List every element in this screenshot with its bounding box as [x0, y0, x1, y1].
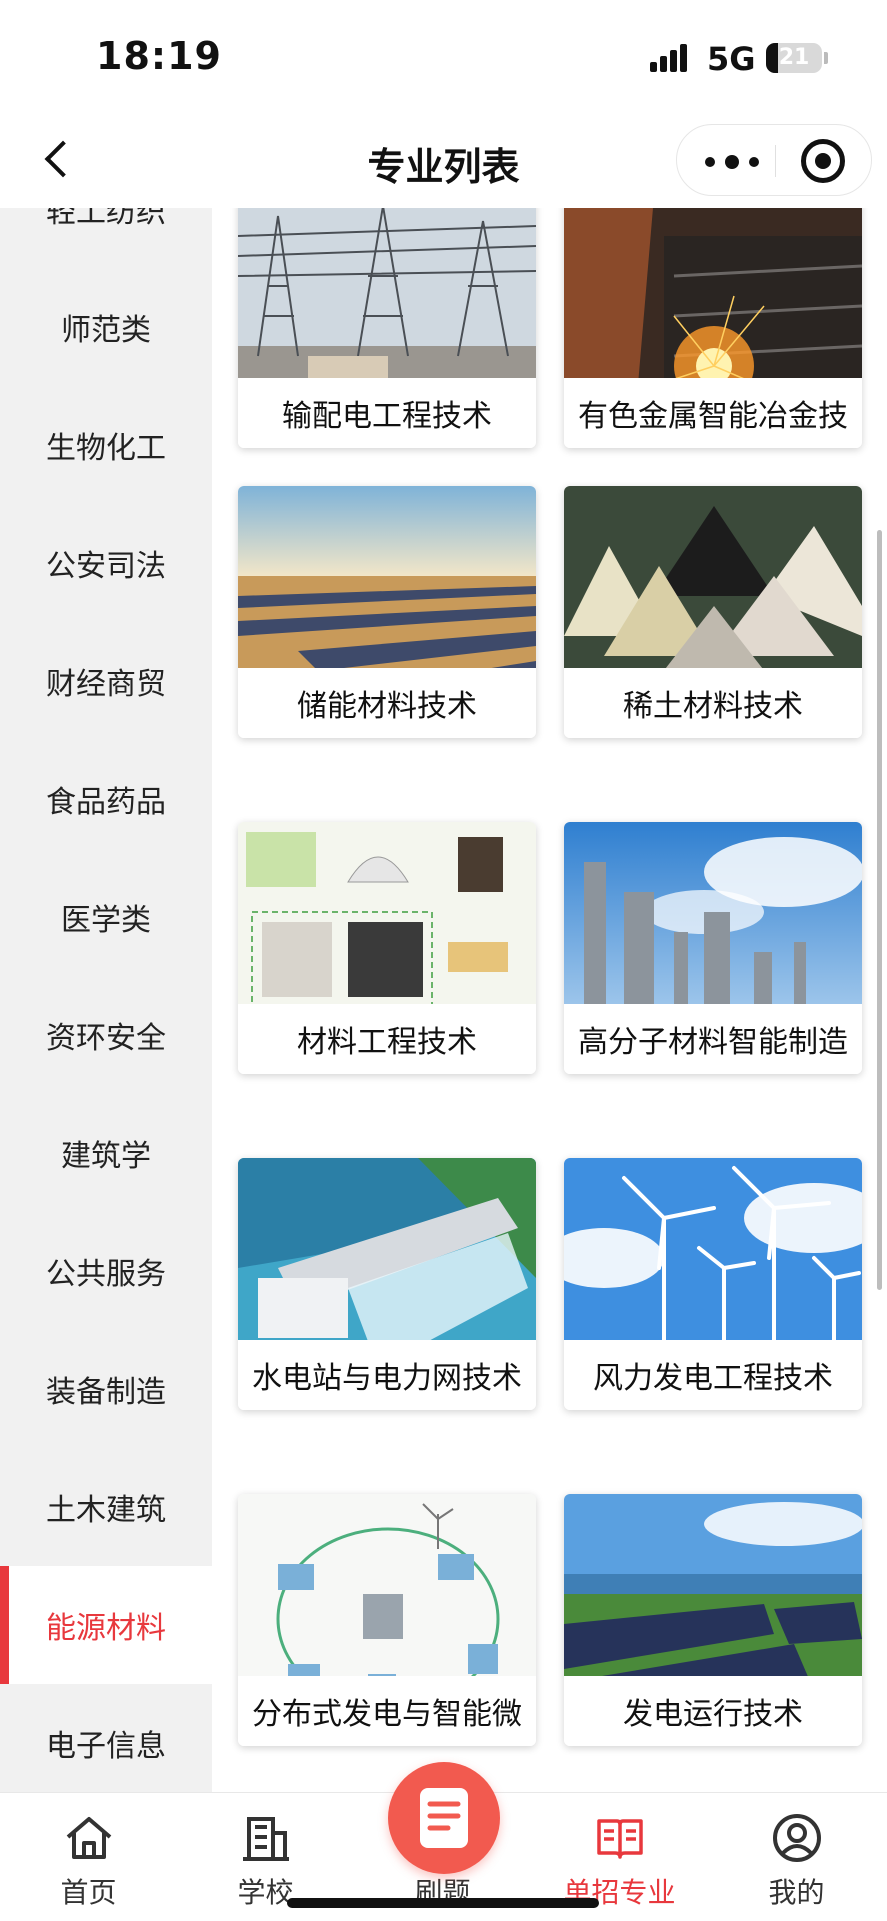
sidebar-item-label: 食品药品 [46, 785, 166, 820]
close-mini-program-icon[interactable] [801, 139, 845, 183]
signal-icon [650, 42, 694, 72]
major-title: 稀土材料技术 [564, 668, 862, 738]
sidebar-item-label: 电子信息 [46, 1729, 166, 1764]
sidebar-item-label: 生物化工 [46, 431, 166, 466]
major-title: 风力发电工程技术 [564, 1340, 862, 1410]
sidebar-item-label: 轻工纺织 [46, 208, 166, 230]
battery-cap [824, 52, 828, 64]
status-bar: 18:19 5G 21 [0, 0, 887, 110]
building-icon [243, 1817, 289, 1861]
major-card[interactable]: 稀土材料技术 [564, 486, 862, 738]
tab-mine[interactable]: 我的 [708, 1793, 885, 1921]
major-title: 发电运行技术 [564, 1676, 862, 1746]
sidebar-item-finance-trade[interactable]: 财经商贸 [0, 622, 212, 740]
sidebar-item-label: 土木建筑 [46, 1493, 166, 1528]
sidebar-item-energy-materials[interactable]: 能源材料 [0, 1566, 212, 1684]
more-options-icon[interactable] [701, 135, 767, 187]
sidebar-item-public-security[interactable]: 公安司法 [0, 504, 212, 622]
sidebar-item-label: 公安司法 [46, 549, 166, 584]
major-title: 输配电工程技术 [238, 378, 536, 448]
major-card[interactable]: 发电运行技术 [564, 1494, 862, 1746]
tab-home[interactable]: 首页 [0, 1793, 177, 1921]
nav-bar: 专业列表 [0, 110, 887, 208]
sidebar-item-equipment-manufacturing[interactable]: 装备制造 [0, 1330, 212, 1448]
book-icon [597, 1819, 643, 1859]
sidebar-item-label: 建筑学 [61, 1139, 151, 1174]
battery-icon: 21 [766, 43, 822, 73]
practice-center-button[interactable] [388, 1762, 500, 1874]
major-title: 储能材料技术 [238, 668, 536, 738]
sidebar-item-resources-safety[interactable]: 资环安全 [0, 976, 212, 1094]
status-time: 18:19 [96, 34, 222, 78]
sidebar-item-normal-education[interactable]: 师范类 [0, 268, 212, 386]
major-card[interactable]: 储能材料技术 [238, 486, 536, 738]
home-indicator [287, 1898, 599, 1908]
sidebar-item-biochemical[interactable]: 生物化工 [0, 386, 212, 504]
major-card[interactable]: 水电站与电力网技术 [238, 1158, 536, 1410]
sidebar-item-electronics[interactable]: 电子信息 [0, 1684, 212, 1792]
category-sidebar: 轻工纺织 师范类 生物化工 公安司法 财经商贸 食品药品 医学类 资环安全 建筑… [0, 208, 212, 1792]
network-type: 5G [707, 40, 756, 78]
sidebar-item-label: 师范类 [61, 313, 151, 348]
capsule-divider [775, 145, 776, 177]
sidebar-item-label: 公共服务 [46, 1257, 166, 1292]
sidebar-item-food-drugs[interactable]: 食品药品 [0, 740, 212, 858]
major-card[interactable]: 有色金属智能冶金技 [564, 208, 862, 448]
sidebar-item-label: 装备制造 [46, 1375, 166, 1410]
tab-label: 首页 [60, 1876, 117, 1909]
major-title: 高分子材料智能制造 [564, 1004, 862, 1074]
sidebar-item-civil-engineering[interactable]: 土木建筑 [0, 1448, 212, 1566]
major-title: 材料工程技术 [238, 1004, 536, 1074]
major-card[interactable]: 材料工程技术 [238, 822, 536, 1074]
sidebar-item-architecture[interactable]: 建筑学 [0, 1094, 212, 1212]
home-icon [66, 1817, 112, 1859]
majors-grid: 输配电工程技术 有色金属智能冶金技 储能材料技术 稀土材料技术 材料工程技术 高… [212, 208, 887, 1792]
sidebar-item-public-service[interactable]: 公共服务 [0, 1212, 212, 1330]
battery-level: 21 [778, 45, 810, 70]
tab-label: 我的 [768, 1876, 825, 1909]
sidebar-item-label: 能源材料 [46, 1611, 166, 1646]
sidebar-item-medicine[interactable]: 医学类 [0, 858, 212, 976]
scrollbar[interactable] [877, 530, 882, 1290]
major-title: 分布式发电与智能微 [238, 1676, 536, 1746]
sidebar-item-label: 资环安全 [46, 1021, 166, 1056]
major-card[interactable]: 输配电工程技术 [238, 208, 536, 448]
sidebar-item-label: 医学类 [61, 903, 151, 938]
major-card[interactable]: 高分子材料智能制造 [564, 822, 862, 1074]
major-card[interactable]: 风力发电工程技术 [564, 1158, 862, 1410]
sidebar-item-light-industry[interactable]: 轻工纺织 [0, 208, 212, 268]
major-card[interactable]: 分布式发电与智能微 [238, 1494, 536, 1746]
major-title: 有色金属智能冶金技 [564, 378, 862, 448]
sidebar-item-label: 财经商贸 [46, 667, 166, 702]
user-icon [773, 1814, 821, 1862]
mini-program-capsule [676, 124, 872, 196]
major-title: 水电站与电力网技术 [238, 1340, 536, 1410]
document-icon [420, 1788, 468, 1848]
